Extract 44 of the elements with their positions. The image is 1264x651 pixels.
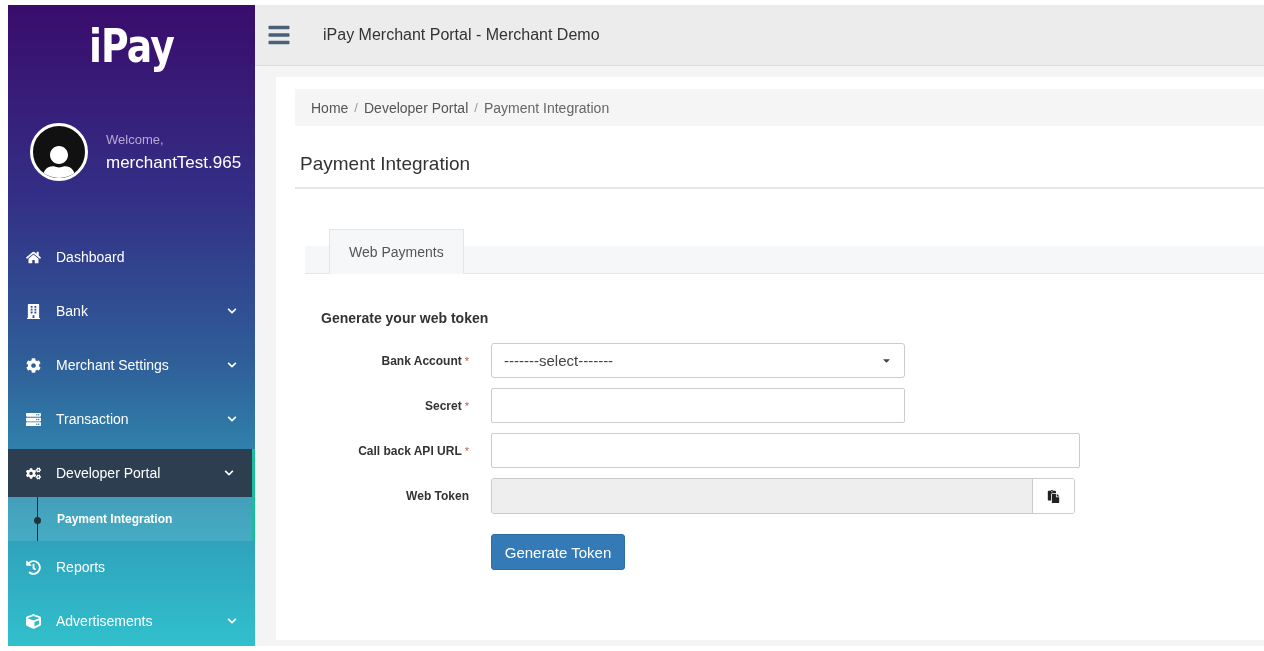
tab[interactable]: Web Payments (329, 229, 464, 274)
field-label: Secret (425, 398, 462, 413)
menu-icon (26, 559, 41, 575)
portal-title: iPay Merchant Portal - Merchant Demo (323, 26, 600, 44)
menu-icon[interactable] (267, 23, 291, 47)
chevron-icon (227, 360, 237, 370)
field-label: Web Token (406, 489, 469, 503)
chevron-icon (227, 306, 237, 316)
form-heading: Generate your web token (321, 310, 490, 326)
menu-icon (26, 465, 41, 481)
required-mark: * (464, 399, 469, 412)
menu-icon (26, 411, 41, 427)
sidebar-item[interactable]: Transaction (8, 395, 255, 443)
bank-account-select[interactable]: -------select------- (491, 343, 905, 378)
generate-token-button[interactable]: Generate Token (491, 534, 625, 570)
paste-icon (1047, 489, 1060, 503)
logo: iPay (87, 18, 176, 73)
avatar-icon (30, 123, 88, 181)
breadcrumb-separator: / (474, 100, 478, 115)
welcome-text: Welcome, (106, 131, 165, 147)
web-token-field[interactable] (492, 479, 1033, 513)
chevron-icon (224, 468, 234, 478)
menu-icon (26, 613, 41, 629)
sidebar-item[interactable]: Bank (8, 287, 255, 335)
page-title: Payment Integration (295, 126, 1264, 189)
required-mark: * (464, 354, 469, 367)
required-mark: * (464, 444, 469, 457)
user-name: merchantTest.965 (106, 152, 242, 173)
sidebar-item[interactable]: Dashboard (8, 233, 255, 281)
breadcrumb-link[interactable]: Developer Portal (364, 99, 469, 116)
field-label: Call back API URL (358, 443, 462, 458)
chevron-icon (227, 414, 237, 424)
field-label: Bank Account (381, 353, 462, 368)
menu-icon (26, 303, 41, 319)
menu-icon (26, 357, 41, 373)
input-field[interactable] (491, 433, 1080, 468)
menu-icon (26, 249, 41, 265)
chevron-icon (227, 616, 237, 626)
input-field[interactable] (491, 388, 905, 423)
sidebar-item[interactable]: Merchant Settings (8, 341, 255, 389)
breadcrumb-link[interactable]: Payment Integration (483, 99, 610, 116)
sidebar-item[interactable]: Developer Portal (8, 449, 255, 497)
breadcrumb-separator: / (354, 100, 358, 115)
breadcrumb-link[interactable]: Home (311, 99, 349, 116)
